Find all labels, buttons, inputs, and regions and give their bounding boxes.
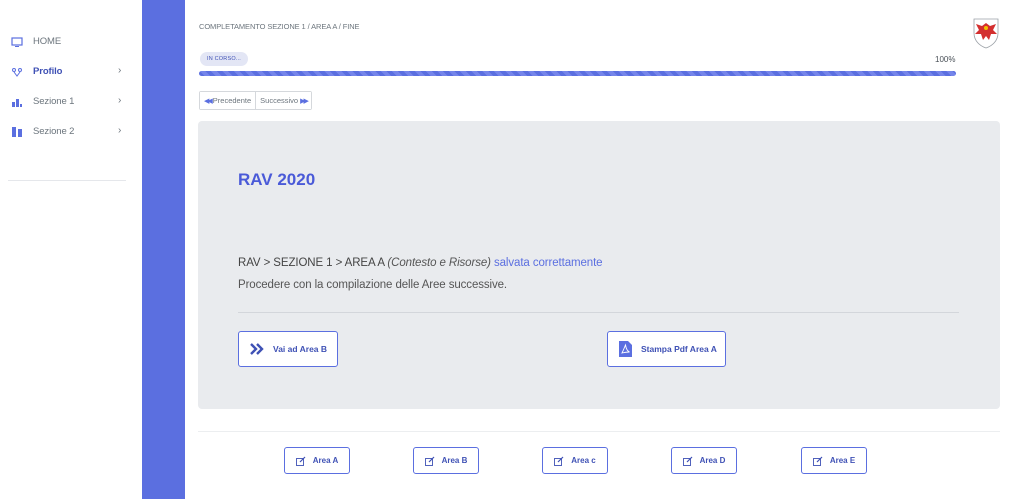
print-pdf-button[interactable]: Stampa Pdf Area A	[607, 331, 726, 367]
message-status: salvata correttamente	[490, 257, 603, 269]
chevron-right-icon: ›	[118, 65, 122, 76]
area-b-button[interactable]: Area B	[413, 447, 479, 474]
area-e-label: Area E	[829, 456, 856, 465]
previous-label: Precedente	[212, 96, 252, 105]
area-b-label: Area B	[441, 456, 468, 465]
edit-icon	[682, 456, 693, 466]
go-to-area-b-button[interactable]: Vai ad Area B	[238, 331, 338, 367]
edit-icon	[424, 456, 435, 466]
area-d-button[interactable]: Area D	[671, 447, 737, 474]
area-c-label: Area c	[571, 456, 596, 465]
double-chevron-right-icon	[250, 343, 264, 355]
monitor-icon	[11, 37, 23, 47]
pdf-file-icon	[619, 341, 632, 357]
area-a-button[interactable]: Area A	[284, 447, 350, 474]
chevron-right-icon: ›	[118, 125, 122, 136]
user-network-icon	[12, 68, 22, 77]
sidebar-item-label: HOME	[33, 36, 62, 47]
next-button[interactable]: Successivo ▶▶	[255, 92, 311, 109]
breadcrumb: COMPLETAMENTO SEZIONE 1 / AREA A / FINE	[199, 22, 360, 31]
card-divider	[238, 312, 959, 313]
building-icon	[12, 127, 22, 137]
area-c-button[interactable]: Area c	[542, 447, 608, 474]
main-content: COMPLETAMENTO SEZIONE 1 / AREA A / FINE …	[185, 0, 1014, 499]
message-path: RAV > SEZIONE 1 > AREA A	[238, 257, 388, 269]
status-badge: IN CORSO...	[200, 52, 248, 66]
next-label: Successivo	[260, 96, 299, 105]
chart-icon	[12, 99, 22, 107]
edit-icon	[554, 456, 564, 466]
progress-bar	[199, 71, 956, 76]
sidebar-item-sezione-2[interactable]: Sezione 2 ›	[0, 120, 135, 144]
edit-icon	[295, 456, 306, 466]
area-a-label: Area A	[312, 456, 339, 465]
pager: ◀◀ Precedente Successivo ▶▶	[199, 91, 312, 110]
go-to-area-b-label: Vai ad Area B	[273, 344, 328, 354]
sidebar-item-home[interactable]: HOME	[0, 30, 135, 54]
sidebar-divider	[8, 180, 126, 181]
message-context: (Contesto e Risorse)	[387, 257, 491, 269]
coat-of-arms-logo	[973, 18, 999, 49]
card-title: RAV 2020	[238, 170, 316, 189]
bottom-divider	[198, 431, 1000, 432]
sidebar: HOME Profilo › Sezione 1 › Sezione 2 ›	[0, 0, 142, 499]
instruction-text: Procedere con la compilazione delle Aree…	[238, 279, 508, 291]
double-chevron-left-icon: ◀◀	[204, 97, 213, 105]
print-pdf-label: Stampa Pdf Area A	[641, 344, 717, 354]
area-e-button[interactable]: Area E	[801, 447, 867, 474]
sidebar-item-profilo[interactable]: Profilo ›	[0, 60, 135, 84]
sidebar-accent-strip	[142, 0, 185, 499]
progress-percent: 100%	[935, 55, 956, 64]
result-card: RAV 2020 RAV > SEZIONE 1 > AREA A (Conte…	[198, 121, 1000, 409]
double-chevron-right-icon: ▶▶	[300, 97, 309, 105]
chevron-right-icon: ›	[118, 95, 122, 106]
sidebar-item-sezione-1[interactable]: Sezione 1 ›	[0, 90, 135, 114]
sidebar-item-label: Sezione 1	[33, 96, 75, 107]
save-message: RAV > SEZIONE 1 > AREA A (Contesto e Ris…	[238, 257, 603, 269]
sidebar-item-label: Profilo	[33, 66, 63, 77]
previous-button[interactable]: ◀◀ Precedente	[200, 92, 256, 109]
area-d-label: Area D	[699, 456, 726, 465]
edit-icon	[812, 456, 823, 466]
sidebar-item-label: Sezione 2	[33, 126, 75, 137]
